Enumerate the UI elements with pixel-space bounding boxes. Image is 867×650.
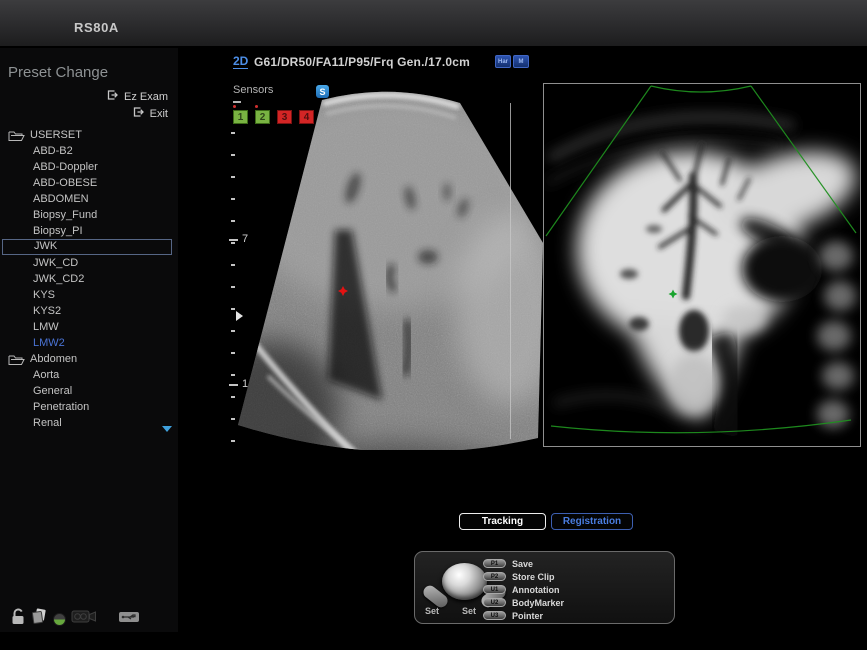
- sidebar-item-renal[interactable]: Renal: [0, 415, 178, 431]
- title-bar: RS80A: [0, 0, 867, 48]
- mri-portal-structure: [679, 310, 709, 352]
- tracking-tab[interactable]: Tracking: [459, 513, 546, 530]
- sidebar-item-biopsy-fund[interactable]: Biopsy_Fund: [0, 207, 178, 223]
- sidebar-item-jwk[interactable]: JWK: [2, 239, 172, 255]
- sidebar-item-abd-obese[interactable]: ABD-OBESE: [0, 175, 178, 191]
- trackball: [442, 563, 487, 600]
- sidebar-item-jwk-cd[interactable]: JWK_CD: [0, 255, 178, 271]
- sidebar-item-kys[interactable]: KYS: [0, 287, 178, 303]
- sidebar-item-abd-doppler[interactable]: ABD-Doppler: [0, 159, 178, 175]
- sidebar-item-abdomen-caps[interactable]: ABDOMEN: [0, 191, 178, 207]
- mri-image: [544, 84, 860, 446]
- sidebar-item-general[interactable]: General: [0, 383, 178, 399]
- key-row-pointer: U3 Pointer: [483, 609, 564, 622]
- exit-label: Exit: [150, 108, 168, 120]
- unlock-icon[interactable]: [11, 608, 26, 630]
- preset-tree: USERSET ABD-B2 ABD-Doppler ABD-OBESE ABD…: [0, 127, 178, 431]
- key-row-annotation: U1 Annotation: [483, 583, 564, 596]
- ez-exam-label: Ez Exam: [124, 91, 168, 103]
- soft-control-panel: Set Set P1 Save P2 Store Clip U1 Annotat…: [414, 551, 675, 624]
- sidebar-item-abd-b2[interactable]: ABD-B2: [0, 143, 178, 159]
- preset-sidebar: Preset Change Ez Exam Exit USERSET ABD-B…: [0, 48, 178, 632]
- p2-key-icon: P2: [483, 572, 506, 581]
- key-assignment-list: P1 Save P2 Store Clip U1 Annotation U2 B…: [483, 557, 564, 622]
- fusion-mri-panel[interactable]: [543, 83, 861, 447]
- key-row-bodymarker: U2 BodyMarker: [483, 596, 564, 609]
- ultrasound-image[interactable]: [230, 80, 545, 450]
- usb-icon[interactable]: [118, 610, 140, 629]
- p1-key-icon: P1: [483, 559, 506, 568]
- set-left-label: Set: [425, 606, 439, 616]
- scroll-down-arrow-icon[interactable]: [162, 426, 172, 432]
- u3-key-icon: U3: [483, 611, 506, 620]
- set-right-label: Set: [462, 606, 476, 616]
- ez-exam-button[interactable]: Ez Exam: [107, 90, 168, 103]
- files-icon[interactable]: [31, 608, 48, 630]
- har-badge-icon: Har: [495, 55, 511, 68]
- status-icon-bar: [11, 608, 145, 630]
- mri-shadow: [719, 334, 730, 434]
- sidebar-item-penetration[interactable]: Penetration: [0, 399, 178, 415]
- u1-key-icon: U1: [483, 585, 506, 594]
- m-badge-icon: M: [513, 55, 529, 68]
- sidebar-item-jwk-cd2[interactable]: JWK_CD2: [0, 271, 178, 287]
- exit-arrow-icon: [107, 90, 119, 103]
- rs80a-screen: RS80A Preset Change Ez Exam Exit USERSET…: [0, 0, 867, 650]
- sidebar-item-abdomen[interactable]: Abdomen: [0, 351, 178, 367]
- sidebar-item-kys2[interactable]: KYS2: [0, 303, 178, 319]
- sidebar-item-userset[interactable]: USERSET: [0, 127, 178, 143]
- camcorder-icon[interactable]: [71, 609, 97, 629]
- exit-arrow-icon: [133, 107, 145, 120]
- registration-tab[interactable]: Registration: [551, 513, 633, 530]
- key-row-save: P1 Save: [483, 557, 564, 570]
- sidebar-item-lmw[interactable]: LMW: [0, 319, 178, 335]
- exit-button[interactable]: Exit: [133, 107, 168, 120]
- system-title: RS80A: [74, 20, 119, 35]
- key-row-store-clip: P2 Store Clip: [483, 570, 564, 583]
- u2-key-icon: U2: [483, 598, 506, 607]
- sidebar-item-lmw2[interactable]: LMW2: [0, 335, 178, 351]
- ultrasound-tissue: [230, 80, 545, 450]
- image-boundary-line: [510, 103, 511, 439]
- status-led: [53, 613, 66, 626]
- imaging-parameters: G61/DR50/FA11/P95/Frq Gen./17.0cm: [254, 55, 470, 69]
- sidebar-title: Preset Change: [8, 64, 108, 81]
- mri-dark-region: [742, 236, 822, 302]
- sidebar-item-biopsy-pi[interactable]: Biopsy_PI: [0, 223, 178, 239]
- mode-indicator[interactable]: 2D: [233, 55, 248, 69]
- sidebar-item-aorta[interactable]: Aorta: [0, 367, 178, 383]
